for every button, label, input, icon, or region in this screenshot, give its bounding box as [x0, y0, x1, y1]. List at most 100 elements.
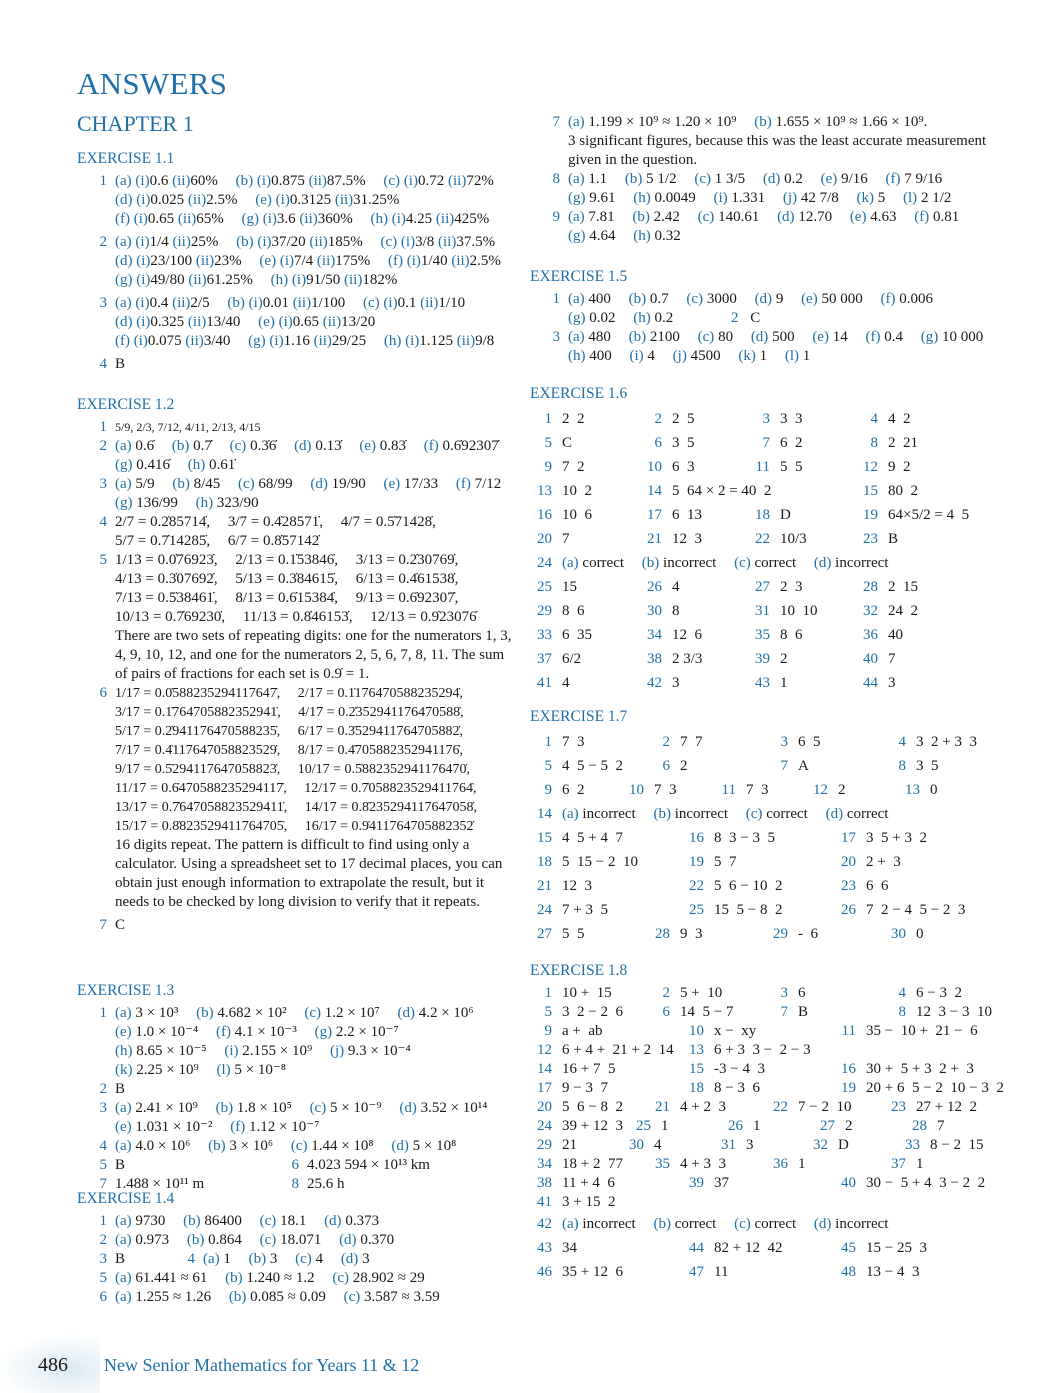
answer-cell: 39 37 — [682, 1174, 828, 1193]
answer-cell: 26 4 — [640, 575, 748, 599]
answer: a + ab — [562, 1023, 603, 1039]
question-number: 43 — [537, 1240, 552, 1256]
question-6: 6 4.023 594 × 10¹³ km — [269, 1156, 430, 1175]
answer: 6 + 3 3 − 2 − 3 — [714, 1042, 811, 1058]
answer-item: (a) 9730 — [115, 1213, 166, 1229]
question-number: 20 — [537, 1099, 552, 1115]
question-number: 21 — [655, 1099, 670, 1115]
question-number: 16 — [689, 830, 704, 846]
answer-list: (a) 61.441 ≈ 61 (b) 1.240 ≈ 1.2 (c) 28.9… — [115, 1269, 454, 1288]
answer-cell: 34 18 + 2 77 — [530, 1155, 642, 1174]
answer-row: 27 5 5 28 9 3 29 - 6 30 0 — [530, 922, 1002, 946]
answer: 8 − 3 6 — [714, 1080, 760, 1096]
answer-item: 1/17 = 0.0̇588235294117647̇, — [115, 686, 281, 701]
question-number: 2 — [662, 985, 671, 1001]
answer-item: (h) 0.0049 — [633, 190, 696, 206]
answer-item: 3/7 = 0.4̇28571̇, — [227, 514, 324, 530]
question-number: 1 — [544, 734, 553, 750]
question-number: 45 — [841, 1240, 856, 1256]
question-number: 46 — [537, 1264, 552, 1280]
answer: 8 − 2 15 — [930, 1137, 984, 1153]
answer: 6 2 — [562, 782, 585, 798]
answer-cell: 1 2 2 — [530, 407, 640, 431]
answer: 6 2 — [780, 435, 803, 451]
answer-item: (d) 0.370 — [339, 1232, 395, 1248]
answer: B — [115, 1251, 126, 1267]
answer-cell: 47 11 — [682, 1260, 828, 1284]
answer-item: (a) 1.255 ≈ 1.26 — [115, 1289, 212, 1305]
answer-cell: 6 14 5 − 7 — [648, 1003, 760, 1022]
answer-row: 54 5 − 5 2627A83 5 — [530, 754, 1002, 778]
question-number: 8 — [898, 1004, 907, 1020]
answer-item: (f) 1.12 × 10⁻⁷ — [230, 1119, 320, 1135]
answer-block: (a) 400 (b) 0.7 (c) 3000 (d) 9 (e) 50 00… — [568, 290, 1000, 328]
question-number: 3 — [780, 734, 789, 750]
answer-cell: 33 6 35 — [530, 623, 640, 647]
answer-item: (g) 10 000 — [920, 329, 984, 345]
answer: 1 — [798, 1156, 806, 1172]
answer-item: (b) 0.864 — [186, 1232, 242, 1248]
answer-item: 4/17 = 0.2̇352941176470588̇, — [298, 705, 464, 720]
question-2: 2 (a) 0.6̇ (b) 0.7̇ (c) 0.3̇6̇ (d) 0.13̇… — [77, 437, 517, 475]
question-number: 3 — [99, 1100, 108, 1116]
answer-item: 11/17 = 0.6̇470588235294117̇, — [115, 781, 287, 796]
answer: 4 — [562, 675, 570, 691]
answer-cell: 30 4 — [622, 1136, 708, 1155]
answer-cell: 18 D — [748, 503, 856, 527]
answer-cell: 8 3 5 — [884, 754, 996, 778]
answer-cell: 36 — [766, 984, 878, 1003]
answer-item: (e) 0.83̇ — [359, 438, 406, 454]
answer-item: (b) 5 1/2 — [624, 171, 677, 187]
answer-item: (f) 0.006 — [880, 291, 933, 307]
answer-rows: 17 327 736 543 2 + 3 354 5 − 5 2627A83 5… — [530, 730, 1002, 802]
answer-cell: 31 10 10 — [748, 599, 856, 623]
question-number: 29 — [537, 1137, 552, 1153]
answer-row: 14 16 + 7 5 15 -3 − 4 3 16 30 + 5 + 3 2 + 3 — [530, 1060, 1010, 1079]
answer-cell: 11 35 − 10 + 21 − 6 — [834, 1022, 980, 1041]
answer-cell: 31 3 — [714, 1136, 800, 1155]
answer-item: 6/17 = 0.3̇529411764705882̇, — [297, 724, 464, 739]
answer-cell: 9 7 2 — [530, 455, 640, 479]
question-number: 4 — [870, 411, 879, 427]
answer-cell: 26 1 — [721, 1117, 807, 1136]
answer-item: (a) correct — [562, 555, 625, 571]
answer-item: 10/13 = 0.7̇69230̇, — [115, 609, 226, 625]
question-number: 47 — [689, 1264, 704, 1280]
answer-item: (b) 0.7 — [628, 291, 669, 307]
answer-item: (d) 0.373 — [324, 1213, 380, 1229]
answer: 2 3/3 — [672, 651, 703, 667]
question-24: 24 (a) correct (b) incorrect (c) correct… — [530, 551, 976, 575]
answer-rows: 43 34 44 82 + 12 42 45 15 − 25 3 46 35 + 12 6 47… — [530, 1236, 1010, 1284]
answer-cell: 45 15 − 25 3 — [834, 1236, 980, 1260]
answer: 2 2 — [562, 411, 585, 427]
answer: B — [115, 1157, 126, 1173]
answer-item: (g) 0.02 — [568, 310, 616, 326]
answer-item: 15/17 = 0.8̇823529411764705̇, — [115, 819, 288, 834]
question-number: 40 — [841, 1175, 856, 1191]
question-number: 3 — [99, 295, 108, 311]
answer: 6 13 — [672, 507, 702, 523]
answer: 4 5 − 5 2 — [562, 758, 623, 774]
answer-cell: 30 8 — [640, 599, 748, 623]
answer-cell: 4 4 2 — [856, 407, 976, 431]
answer-cell: 30 0 — [884, 922, 996, 946]
question-14: 14 (a) incorrect (b) incorrect (c) corre… — [530, 802, 1002, 826]
answer-item: (j) 4500 — [672, 348, 721, 364]
question-number: 23 — [891, 1099, 906, 1115]
answer-list: (a) 4.0 × 10⁶ (b) 3 × 10⁶ (c) 1.44 × 10⁸… — [115, 1137, 517, 1156]
answer-block: (a) 1.199 × 10⁹ ≈ 1.20 × 10⁹ (b) 1.655 ×… — [568, 113, 1000, 170]
answer-row: 46 35 + 12 6 47 11 48 13 − 4 3 — [530, 1260, 1010, 1284]
answer-cell: 16 30 + 5 + 3 2 + 3 — [834, 1060, 980, 1079]
answer: 37 — [714, 1175, 729, 1191]
answer-cell: 21 12 3 — [530, 874, 676, 898]
question-number: 2 — [662, 734, 671, 750]
answer-cell: 4 6 − 3 2 — [884, 984, 996, 1003]
answer: 7 3 — [746, 782, 769, 798]
answer-row: 21 12 3 22 5 6 − 10 2 23 6 6 — [530, 874, 1002, 898]
answer: 3 3 — [780, 411, 803, 427]
answer-item: (d) (i)0.325 (ii)13/40 — [115, 314, 241, 330]
answer-rows: 1 10 + 15 2 5 + 10 3 6 4 6 − 3 253 2 − 2 6 6 14 5… — [530, 984, 1010, 1212]
answer: 0 — [916, 926, 924, 942]
answer-rows: 15 4 5 + 4 7 16 8 3 − 3 5 17 3 5 + 3 2 18 5 15 … — [530, 826, 1002, 946]
answer-item: (c) 1.44 × 10⁸ — [290, 1138, 374, 1154]
